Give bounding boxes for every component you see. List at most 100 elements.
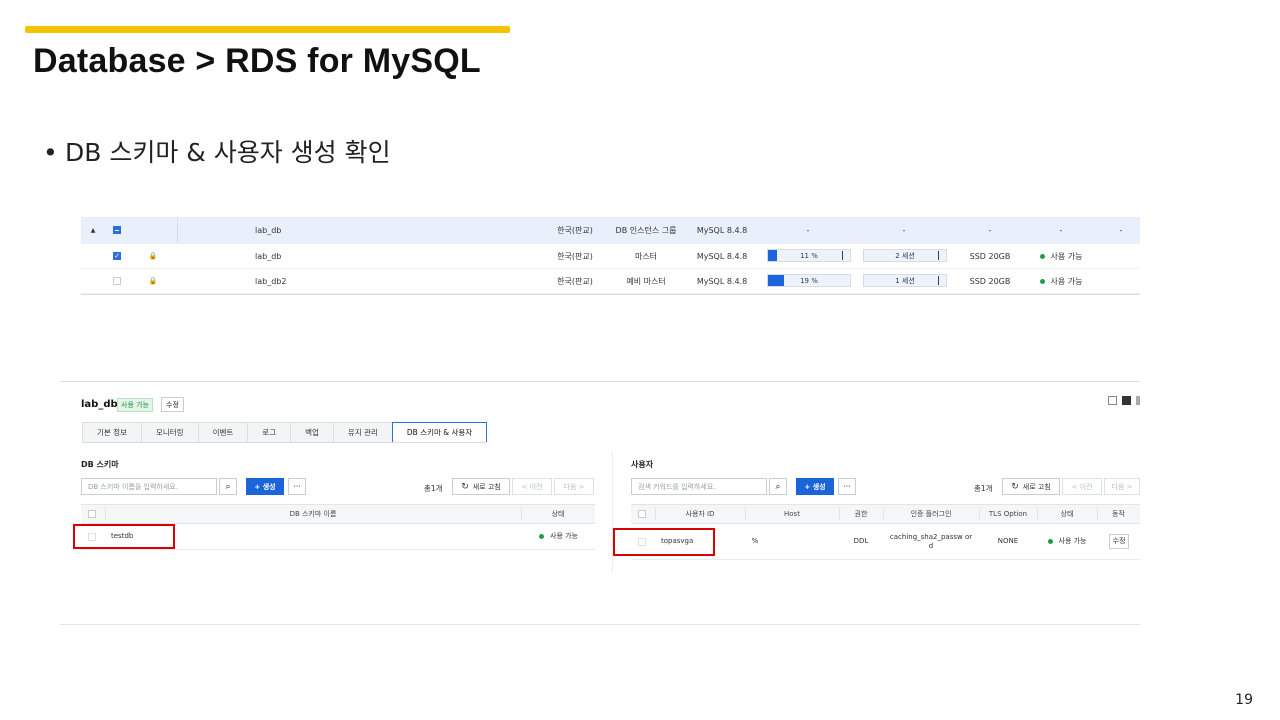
search-icon[interactable]: ⌕ bbox=[769, 478, 787, 495]
user-table-header: 사용자 ID Host 권한 인증 플러그인 TLS Option 상태 동작 bbox=[631, 504, 1140, 524]
cpu-usage-label: 19 % bbox=[800, 276, 818, 285]
status-dot bbox=[1047, 539, 1053, 544]
detail-instance-name: lab_db bbox=[81, 399, 118, 410]
tab-events[interactable]: 이벤트 bbox=[197, 422, 249, 442]
collapse-icon[interactable]: ▲ bbox=[87, 217, 99, 243]
instance-name[interactable]: lab_db2 bbox=[255, 269, 315, 293]
session-meter: 2 세션 bbox=[863, 249, 947, 262]
refresh-label: 새로 고침 bbox=[1022, 482, 1051, 491]
header-checkbox[interactable] bbox=[85, 505, 99, 523]
status-dot bbox=[1039, 253, 1045, 259]
header-checkbox[interactable] bbox=[635, 505, 649, 523]
search-icon[interactable]: ⌕ bbox=[219, 478, 237, 495]
user-search-input[interactable]: 검색 키워드를 입력하세요. bbox=[631, 478, 767, 495]
tab-logs[interactable]: 로그 bbox=[247, 422, 292, 442]
header-tls-option[interactable]: TLS Option bbox=[979, 505, 1037, 523]
tab-basic-info[interactable]: 기본 정보 bbox=[82, 422, 142, 442]
instance-storage: - bbox=[988, 225, 992, 235]
instance-table: ▲ lab_db 한국(판교) DB 인스턴스 그룹 MySQL 8.4.8 -… bbox=[81, 217, 1140, 295]
tab-monitoring[interactable]: 모니터링 bbox=[140, 422, 199, 442]
layout-top-icon[interactable] bbox=[1108, 396, 1117, 405]
status-dot bbox=[1039, 278, 1045, 284]
cpu-usage-meter: 19 % bbox=[767, 274, 851, 287]
user-next-button[interactable]: 다음 > bbox=[1104, 478, 1140, 495]
schema-create-button[interactable]: + 생성 bbox=[246, 478, 284, 495]
row-checkbox[interactable]: ✓ bbox=[111, 244, 123, 268]
user-count: 총1개 bbox=[974, 484, 993, 493]
instance-version: MySQL 8.4.8 bbox=[696, 225, 748, 235]
highlight-box-schema bbox=[73, 524, 175, 549]
schema-status: 사용 가능 bbox=[539, 524, 599, 549]
instance-role: DB 인스턴스 그룹 bbox=[615, 225, 677, 235]
refresh-icon: ↻ bbox=[461, 481, 469, 492]
header-user-id[interactable]: 사용자 ID bbox=[655, 505, 745, 523]
lock-icon: 🔒 bbox=[148, 252, 158, 260]
refresh-icon: ↻ bbox=[1011, 481, 1019, 492]
lock-icon: 🔒 bbox=[148, 277, 158, 285]
title-accent-bar bbox=[25, 26, 510, 33]
instance-cpu: - bbox=[806, 225, 810, 235]
instance-name[interactable]: lab_db bbox=[255, 244, 315, 268]
bullet-dot: • bbox=[43, 138, 58, 167]
schema-more-button[interactable]: ··· bbox=[288, 478, 306, 495]
header-privilege[interactable]: 권한 bbox=[839, 505, 883, 523]
highlight-box-user bbox=[613, 528, 715, 556]
instance-role: 마스터 bbox=[634, 251, 658, 261]
instance-group-row[interactable]: ▲ lab_db 한국(판교) DB 인스턴스 그룹 MySQL 8.4.8 -… bbox=[81, 217, 1140, 244]
user-auth-plugin: caching_sha2_passw ord bbox=[889, 532, 973, 550]
schema-prev-button[interactable]: < 이전 bbox=[512, 478, 552, 495]
status-text: 사용 가능 bbox=[1058, 537, 1087, 545]
cpu-usage-meter: 11 % bbox=[767, 249, 851, 262]
instance-row[interactable]: 🔒 lab_db2 한국(판교) 예비 마스터 MySQL 8.4.8 19 %… bbox=[81, 269, 1140, 294]
column-divider bbox=[177, 217, 178, 243]
instance-role: 예비 마스터 bbox=[626, 276, 666, 286]
user-refresh-button[interactable]: ↻ 새로 고침 bbox=[1002, 478, 1060, 495]
instance-status: 사용 가능 bbox=[1031, 244, 1091, 268]
tab-maintenance[interactable]: 유지 관리 bbox=[332, 422, 393, 442]
schema-count: 총1개 bbox=[424, 484, 443, 493]
row-checkbox[interactable] bbox=[111, 269, 123, 293]
status-badge: 사용 가능 bbox=[117, 398, 153, 412]
header-action[interactable]: 동작 bbox=[1097, 505, 1140, 523]
session-label: 2 세션 bbox=[895, 251, 915, 260]
instance-status: - bbox=[1059, 225, 1063, 235]
status-text: 사용 가능 bbox=[550, 532, 578, 540]
status-dot bbox=[539, 534, 544, 539]
slide-title: Database > RDS for MySQL bbox=[33, 42, 481, 80]
header-status[interactable]: 상태 bbox=[521, 505, 595, 523]
instance-detail-panel: lab_db 사용 가능 수정 기본 정보 모니터링 이벤트 로그 백업 유지 … bbox=[60, 381, 1140, 625]
cpu-usage-label: 11 % bbox=[800, 251, 818, 260]
tab-backup[interactable]: 백업 bbox=[290, 422, 334, 442]
header-status[interactable]: 상태 bbox=[1037, 505, 1097, 523]
schema-refresh-button[interactable]: ↻ 새로 고침 bbox=[452, 478, 510, 495]
instance-status: 사용 가능 bbox=[1031, 269, 1091, 293]
layout-side-icon[interactable] bbox=[1136, 396, 1140, 405]
row-checkbox[interactable] bbox=[111, 217, 123, 243]
status-text: 사용 가능 bbox=[1050, 251, 1083, 261]
instance-region: 한국(판교) bbox=[557, 225, 593, 235]
schema-next-button[interactable]: 다음 > bbox=[554, 478, 594, 495]
user-privilege: DDL bbox=[853, 537, 869, 545]
page-number: 19 bbox=[1235, 692, 1253, 708]
schema-search-input[interactable]: DB 스키마 이름을 입력하세요. bbox=[81, 478, 217, 495]
user-more-button[interactable]: ··· bbox=[838, 478, 856, 495]
header-host[interactable]: Host bbox=[745, 505, 839, 523]
layout-bottom-icon[interactable] bbox=[1122, 396, 1131, 405]
instance-storage: SSD 20GB bbox=[969, 276, 1011, 286]
users-section-title: 사용자 bbox=[631, 460, 654, 469]
tab-schema-users[interactable]: DB 스키마 & 사용자 bbox=[391, 422, 488, 442]
header-schema-name[interactable]: DB 스키마 이름 bbox=[105, 505, 521, 523]
edit-button[interactable]: 수정 bbox=[161, 397, 184, 412]
user-edit-cell: 수정 bbox=[1107, 524, 1131, 559]
user-edit-button[interactable]: 수정 bbox=[1108, 534, 1130, 549]
instance-row[interactable]: ✓ 🔒 lab_db 한국(판교) 마스터 MySQL 8.4.8 11 % 2… bbox=[81, 244, 1140, 269]
header-auth-plugin[interactable]: 인증 플러그인 bbox=[883, 505, 979, 523]
instance-region: 한국(판교) bbox=[557, 251, 593, 261]
instance-storage: SSD 20GB bbox=[969, 251, 1011, 261]
instance-name[interactable]: lab_db bbox=[255, 217, 315, 243]
user-create-button[interactable]: + 생성 bbox=[796, 478, 834, 495]
bullet-point: • DB 스키마 & 사용자 생성 확인 bbox=[43, 133, 391, 169]
instance-sessions: - bbox=[902, 225, 906, 235]
layout-toggle bbox=[1108, 396, 1140, 405]
user-prev-button[interactable]: < 이전 bbox=[1062, 478, 1102, 495]
